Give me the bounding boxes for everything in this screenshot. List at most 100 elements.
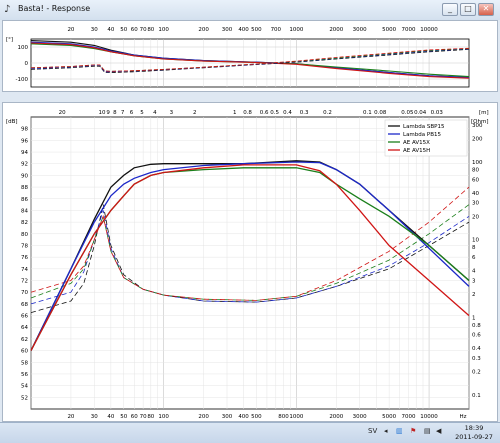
phase-unit-label: [°]: [6, 37, 13, 43]
phase-top-tick-label: 40: [107, 27, 114, 33]
y-right-tick-label: 0.3: [472, 356, 481, 362]
top-wavelength-tick-label: 0.05: [401, 110, 414, 116]
top-wavelength-tick-label: 0.5: [270, 110, 279, 116]
phase-top-tick-label: 80: [147, 27, 154, 33]
phase-top-tick-label: 30: [91, 27, 98, 33]
x-tick-label: 200: [198, 414, 209, 420]
unit-right-label: [Ohm]: [471, 119, 488, 125]
top-wavelength-tick-label: 0.6: [260, 110, 269, 116]
y-right-tick-label: 0.6: [472, 333, 481, 339]
y-right-tick-label: 60: [472, 177, 479, 183]
y-left-tick-label: 90: [21, 173, 28, 179]
volume-icon[interactable]: ◀: [436, 427, 441, 435]
y-right-tick-label: 40: [472, 191, 479, 197]
top-wavelength-tick-label: 0.04: [414, 110, 427, 116]
phase-top-tick-label: 7000: [402, 27, 416, 33]
y-right-tick-label: 0.2: [472, 370, 481, 376]
top-wavelength-tick-label: 0.3: [300, 110, 309, 116]
flag-icon[interactable]: ⚑: [410, 427, 416, 435]
y-left-tick-label: 68: [21, 302, 28, 308]
top-wavelength-tick-label: 1: [233, 110, 237, 116]
x-tick-label: 400: [238, 414, 249, 420]
x-tick-label: 10000: [420, 414, 438, 420]
x-tick-label: 3000: [353, 414, 367, 420]
y-right-tick-label: 0.8: [472, 323, 481, 329]
top-wavelength-tick-label: 20: [59, 110, 66, 116]
y-right-tick-label: 0.1: [472, 393, 481, 399]
phase-top-tick-label: 70: [140, 27, 147, 33]
phase-top-tick-label: 2000: [329, 27, 343, 33]
top-wavelength-tick-label: 3: [170, 110, 174, 116]
y-right-tick-label: 2: [472, 292, 476, 298]
x-tick-label: 300: [222, 414, 233, 420]
y-right-tick-label: 8: [472, 245, 476, 251]
y-left-tick-label: 92: [21, 162, 28, 168]
main-plot-area: [30, 116, 470, 410]
y-left-tick-label: 54: [21, 384, 28, 390]
top-wavelength-tick-label: 0.4: [283, 110, 292, 116]
y-right-tick-label: 4: [472, 269, 476, 275]
y-left-tick-label: 94: [21, 150, 28, 156]
y-left-tick-label: 66: [21, 314, 28, 320]
x-tick-label: 30: [91, 414, 98, 420]
x-tick-label: Hz: [459, 414, 466, 420]
network-icon[interactable]: ▥: [396, 427, 403, 435]
clock[interactable]: 18:39 2011-09-27: [450, 424, 498, 442]
taskbar: SV ◂ ▥ ⚑ ▤ ◀ 18:39 2011-09-27: [0, 422, 500, 443]
close-button[interactable]: ✕: [478, 3, 494, 16]
x-tick-label: 5000: [382, 414, 396, 420]
maximize-button[interactable]: □: [460, 3, 476, 16]
y-left-tick-label: 72: [21, 279, 28, 285]
phase-top-tick-label: 1000: [289, 27, 303, 33]
network-signal-icon[interactable]: ▤: [424, 427, 431, 435]
y-left-tick-label: 96: [21, 138, 28, 144]
y-left-tick-label: 62: [21, 337, 28, 343]
x-tick-label: 20: [67, 414, 74, 420]
y-left-tick-label: 60: [21, 349, 28, 355]
phase-y-tick-label: 100: [18, 45, 29, 51]
phase-top-tick-label: 5000: [382, 27, 396, 33]
phase-top-tick-label: 10000: [420, 27, 438, 33]
y-right-tick-label: 100: [472, 160, 483, 166]
y-left-tick-label: 98: [21, 127, 28, 133]
top-wavelength-tick-label: 0.03: [431, 110, 444, 116]
y-left-tick-label: 56: [21, 372, 28, 378]
response-panel: 98 96 94 92 90 88 86 84 82 80 78 76 74 72 70 68 66 64 62 60…: [2, 102, 498, 422]
x-tick-label: 40: [107, 414, 114, 420]
top-wavelength-tick-label: 0.8: [243, 110, 252, 116]
y-left-tick-label: 80: [21, 232, 28, 238]
language-indicator[interactable]: SV: [368, 427, 377, 435]
y-left-tick-label: 88: [21, 185, 28, 191]
minimize-button[interactable]: _: [442, 3, 458, 16]
clock-time: 18:39: [464, 424, 484, 432]
y-left-tick-label: 52: [21, 395, 28, 401]
x-tick-label: 60: [131, 414, 138, 420]
y-left-tick-label: 84: [21, 208, 28, 214]
top-wavelength-tick-label: 9: [106, 110, 110, 116]
y-right-tick-label: 1: [472, 315, 476, 321]
top-wavelength-tick-label: 4: [153, 110, 157, 116]
x-tick-label: 80: [147, 414, 154, 420]
top-wavelength-tick-label: 2: [193, 110, 197, 116]
legend-label: Lambda PB15: [403, 132, 441, 138]
tray-arrow-icon[interactable]: ◂: [384, 427, 388, 435]
top-wavelength-tick-label: 0.08: [374, 110, 387, 116]
top-wavelength-tick-label: 5: [140, 110, 144, 116]
basta-icon: ♪: [4, 4, 11, 15]
y-right-tick-label: 3: [472, 278, 476, 284]
top-wavelength-tick-label: 8: [113, 110, 117, 116]
unit-left-label: [dB]: [6, 119, 18, 125]
x-tick-label: 100: [158, 414, 169, 420]
x-tick-label: 1000: [289, 414, 303, 420]
phase-top-tick-label: 50: [120, 27, 127, 33]
phase-top-tick-label: 500: [251, 27, 262, 33]
y-left-tick-label: 64: [21, 325, 28, 331]
legend-label: AE AV15H: [403, 148, 430, 154]
title-bar: ♪ Basta! - Response _ □ ✕: [0, 0, 500, 20]
window-title: Basta! - Response: [18, 4, 91, 13]
top-wavelength-tick-label: 7: [121, 110, 125, 116]
y-left-tick-label: 86: [21, 197, 28, 203]
phase-y-tick-label: -100: [16, 77, 29, 83]
y-left-tick-label: 70: [21, 290, 28, 296]
x-tick-label: 70: [140, 414, 147, 420]
